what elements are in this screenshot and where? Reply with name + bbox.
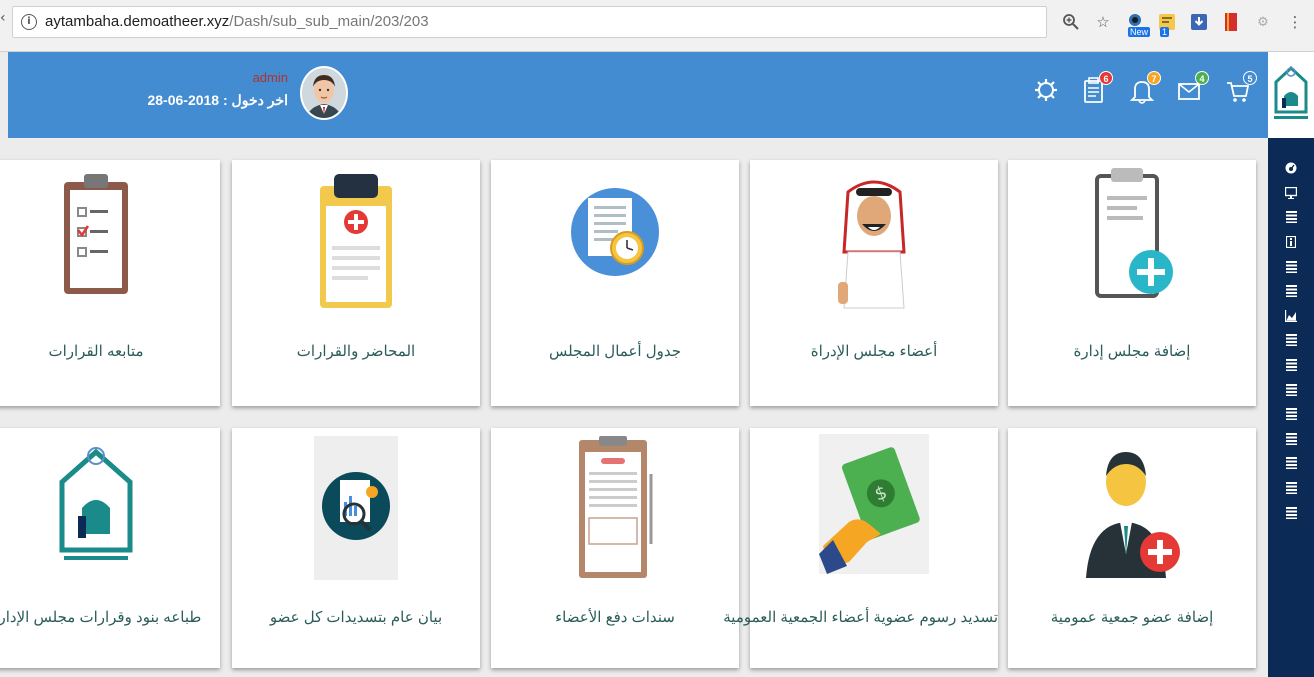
cart-badge: 5 [1243,71,1257,85]
list-icon[interactable] [1268,377,1314,402]
card-add-board[interactable]: إضافة مجلس إدارة [1008,160,1256,406]
card-label: سندات دفع الأعضاء [555,609,675,626]
browser-toolbar: ‹ i aytambaha.demoatheer.xyz/Dash/sub_su… [0,0,1314,52]
address-bar[interactable]: i aytambaha.demoatheer.xyz/Dash/sub_sub_… [12,6,1047,38]
card-label: متابعه القرارات [48,343,144,360]
checklist-icon [64,174,128,294]
user-name: admin [252,70,288,85]
medical-clipboard-icon [320,174,392,308]
url-text[interactable]: aytambaha.demoatheer.xyz/Dash/sub_sub_ma… [45,13,429,30]
clipboard-icon[interactable]: 6 [1081,71,1113,105]
back-button[interactable]: ‹ [0,10,6,30]
card-label: تسديد رسوم عضوية أعضاء الجمعية العمومية [723,609,998,626]
list-icon[interactable] [1268,402,1314,427]
card-general-assembly-fees[interactable]: $ تسديد رسوم عضوية أعضاء الجمعية العمومي… [723,428,998,668]
card-add-general-assembly-member[interactable]: إضافة عضو جمعية عمومية [1008,428,1256,668]
card-label: طباعه بنود وقرارات مجلس الإدارة [0,609,202,626]
card-member-payments-statement[interactable]: بيان عام بتسديدات كل عضو [232,428,480,668]
url-path: /Dash/sub_sub_main/203/203 [229,13,429,30]
card-board-members[interactable]: أعضاء مجلس الإدراة [750,160,998,406]
app-header: admin اخر دخول : 2018-06-28 6 7 4 5 [8,52,1268,138]
cart-icon[interactable]: 5 [1225,71,1257,105]
chart-icon[interactable] [1268,304,1314,329]
logo[interactable] [1268,52,1314,138]
report-analysis-icon [314,436,398,580]
bell-icon[interactable]: 7 [1129,71,1161,105]
info-icon[interactable] [1268,230,1314,255]
extension-badge: 1 [1160,27,1170,37]
add-document-icon [1095,168,1173,298]
list-icon[interactable] [1268,451,1314,476]
list-icon[interactable] [1268,328,1314,353]
money-hand-icon: $ [819,434,929,574]
association-logo-icon [59,447,133,560]
list-icon[interactable] [1268,476,1314,501]
star-icon[interactable]: ☆ [1092,11,1114,33]
clipboard-badge: 6 [1099,71,1113,85]
zoom-icon[interactable] [1060,11,1082,33]
card-print-board-items[interactable]: طباعه بنود وقرارات مجلس الإدارة [0,428,220,668]
card-decisions-followup[interactable]: متابعه القرارات [0,160,220,406]
last-login: اخر دخول : 2018-06-28 [147,92,288,108]
schedule-icon [571,188,659,276]
sidebar-menu [1268,156,1314,525]
card-label: بيان عام بتسديدات كل عضو [269,609,443,626]
header-icons: 6 7 4 5 [1033,70,1257,110]
bell-badge: 7 [1147,71,1161,85]
download-extension-icon[interactable] [1188,11,1210,33]
bookmark-extension-icon[interactable] [1220,11,1242,33]
card-member-payment-vouchers[interactable]: سندات دفع الأعضاء [491,428,739,668]
card-label: أعضاء مجلس الإدراة [810,343,938,360]
card-minutes-decisions[interactable]: المحاضر والقرارات [232,160,480,406]
list-icon[interactable] [1268,279,1314,304]
mail-icon[interactable]: 4 [1177,71,1209,105]
list-icon[interactable] [1268,353,1314,378]
card-label: جدول أعمال المجلس [548,343,682,360]
voucher-clipboard-icon [579,436,653,578]
extension-icon[interactable]: 1 [1156,11,1178,37]
member-icon [838,180,906,309]
avatar[interactable] [300,66,348,120]
list-icon[interactable] [1268,427,1314,452]
url-host: aytambaha.demoatheer.xyz [45,13,230,30]
new-badge: New [1128,27,1151,37]
card-label: إضافة عضو جمعية عمومية [1050,609,1214,626]
dashboard-icon[interactable] [1268,156,1314,181]
add-user-icon [1086,452,1180,578]
card-label: المحاضر والقرارات [296,343,416,360]
mail-badge: 4 [1195,71,1209,85]
card-label: إضافة مجلس إدارة [1073,343,1191,360]
puzzle-icon[interactable]: ⚙ [1252,11,1274,33]
app-root: ‹ i aytambaha.demoatheer.xyz/Dash/sub_su… [0,0,1314,677]
card-council-agenda[interactable]: جدول أعمال المجلس [491,160,739,406]
menu-dots-icon[interactable]: ⋮ [1284,11,1306,33]
info-icon[interactable]: i [21,14,37,30]
settings-icon[interactable] [1033,75,1059,105]
list-icon[interactable] [1268,205,1314,230]
sidebar [1268,52,1314,677]
browser-extensions: ☆ New 1 ⚙ ⋮ [1060,8,1306,37]
monitor-icon[interactable] [1268,181,1314,206]
list-icon[interactable] [1268,500,1314,525]
new-extension-icon[interactable]: New [1124,11,1151,37]
user-box[interactable]: admin اخر دخول : 2018-06-28 [147,66,348,122]
list-icon[interactable] [1268,254,1314,279]
